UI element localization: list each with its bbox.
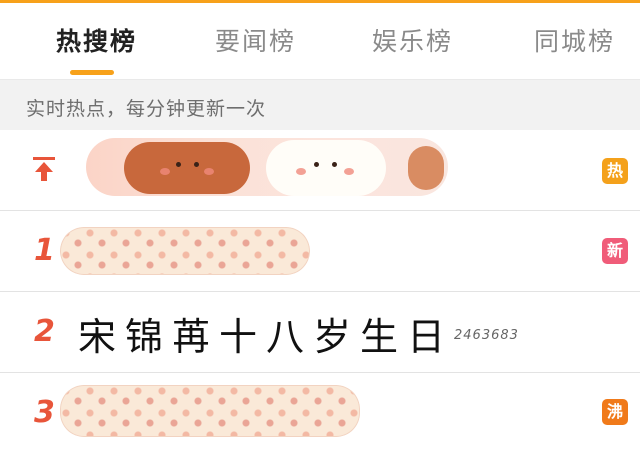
hot-badge: 热 bbox=[602, 158, 628, 184]
list-item-rank-1[interactable]: 1 新 bbox=[0, 211, 640, 292]
list-item-rank-3[interactable]: 3 沸 bbox=[0, 373, 640, 449]
list-item-title: 宋锦苒十八岁生日 bbox=[78, 315, 455, 359]
rank-number: 1 bbox=[34, 233, 55, 268]
list-item-pinned[interactable]: 热 bbox=[0, 130, 640, 211]
heat-count: 2463683 bbox=[454, 328, 519, 343]
refresh-notice-bar: 实时热点，每分钟更新一次 bbox=[0, 79, 640, 131]
sticker-cover bbox=[86, 138, 448, 196]
new-badge: 新 bbox=[602, 238, 628, 264]
tab-headlines[interactable]: 要闻榜 bbox=[215, 25, 296, 59]
tab-hot-search[interactable]: 热搜榜 bbox=[56, 25, 137, 59]
active-tab-indicator bbox=[70, 70, 114, 75]
redacted-title-scribble bbox=[60, 227, 310, 275]
redacted-title-scribble bbox=[60, 385, 360, 437]
tab-bar: 热搜榜 要闻榜 娱乐榜 同城榜 bbox=[0, 3, 640, 79]
rank-number: 3 bbox=[34, 395, 55, 430]
list-item-rank-2[interactable]: 2 宋锦苒十八岁生日 2463683 bbox=[0, 292, 640, 373]
boiling-badge: 沸 bbox=[602, 399, 628, 425]
rank-number: 2 bbox=[34, 314, 55, 349]
tab-local[interactable]: 同城榜 bbox=[534, 25, 615, 59]
refresh-notice-text: 实时热点，每分钟更新一次 bbox=[26, 98, 267, 120]
pin-top-arrow-icon bbox=[32, 156, 56, 186]
tab-entertainment[interactable]: 娱乐榜 bbox=[372, 25, 453, 59]
